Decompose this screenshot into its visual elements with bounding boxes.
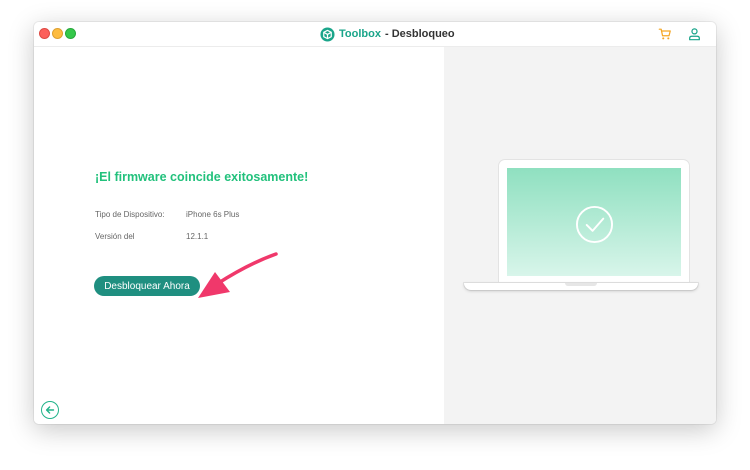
- laptop-notch: [565, 283, 597, 286]
- illustration-panel: [444, 47, 716, 424]
- app-window: Toolbox - Desbloqueo ¡El firmware coinci…: [34, 22, 716, 424]
- version-label: Versión del: [95, 232, 135, 241]
- title-bar: Toolbox - Desbloqueo: [34, 22, 716, 47]
- minimize-window-button[interactable]: [52, 28, 63, 39]
- check-circle-icon: [575, 205, 614, 244]
- version-value: 12.1.1: [186, 232, 209, 241]
- app-brand: Toolbox: [339, 28, 381, 40]
- window-title: Toolbox - Desbloqueo: [320, 26, 455, 42]
- laptop-screen: [507, 168, 681, 276]
- device-type-value: iPhone 6s Plus: [186, 210, 240, 219]
- zoom-window-button[interactable]: [65, 28, 76, 39]
- close-window-button[interactable]: [39, 28, 50, 39]
- laptop-illustration: [464, 160, 702, 300]
- user-icon[interactable]: [688, 27, 701, 41]
- back-button[interactable]: [41, 401, 59, 419]
- cart-icon[interactable]: [658, 27, 672, 41]
- device-type-label: Tipo de Dispositivo:: [95, 210, 165, 219]
- toolbox-logo-icon: [320, 26, 335, 42]
- arrow-left-icon: [45, 406, 55, 414]
- window-title-suffix: - Desbloqueo: [384, 28, 455, 40]
- laptop-base: [464, 283, 698, 290]
- annotation-arrow-icon: [198, 252, 278, 298]
- firmware-match-message: ¡El firmware coincide exitosamente!: [95, 170, 309, 184]
- laptop-lid: [499, 160, 689, 283]
- main-panel: ¡El firmware coincide exitosamente! Tipo…: [34, 47, 444, 424]
